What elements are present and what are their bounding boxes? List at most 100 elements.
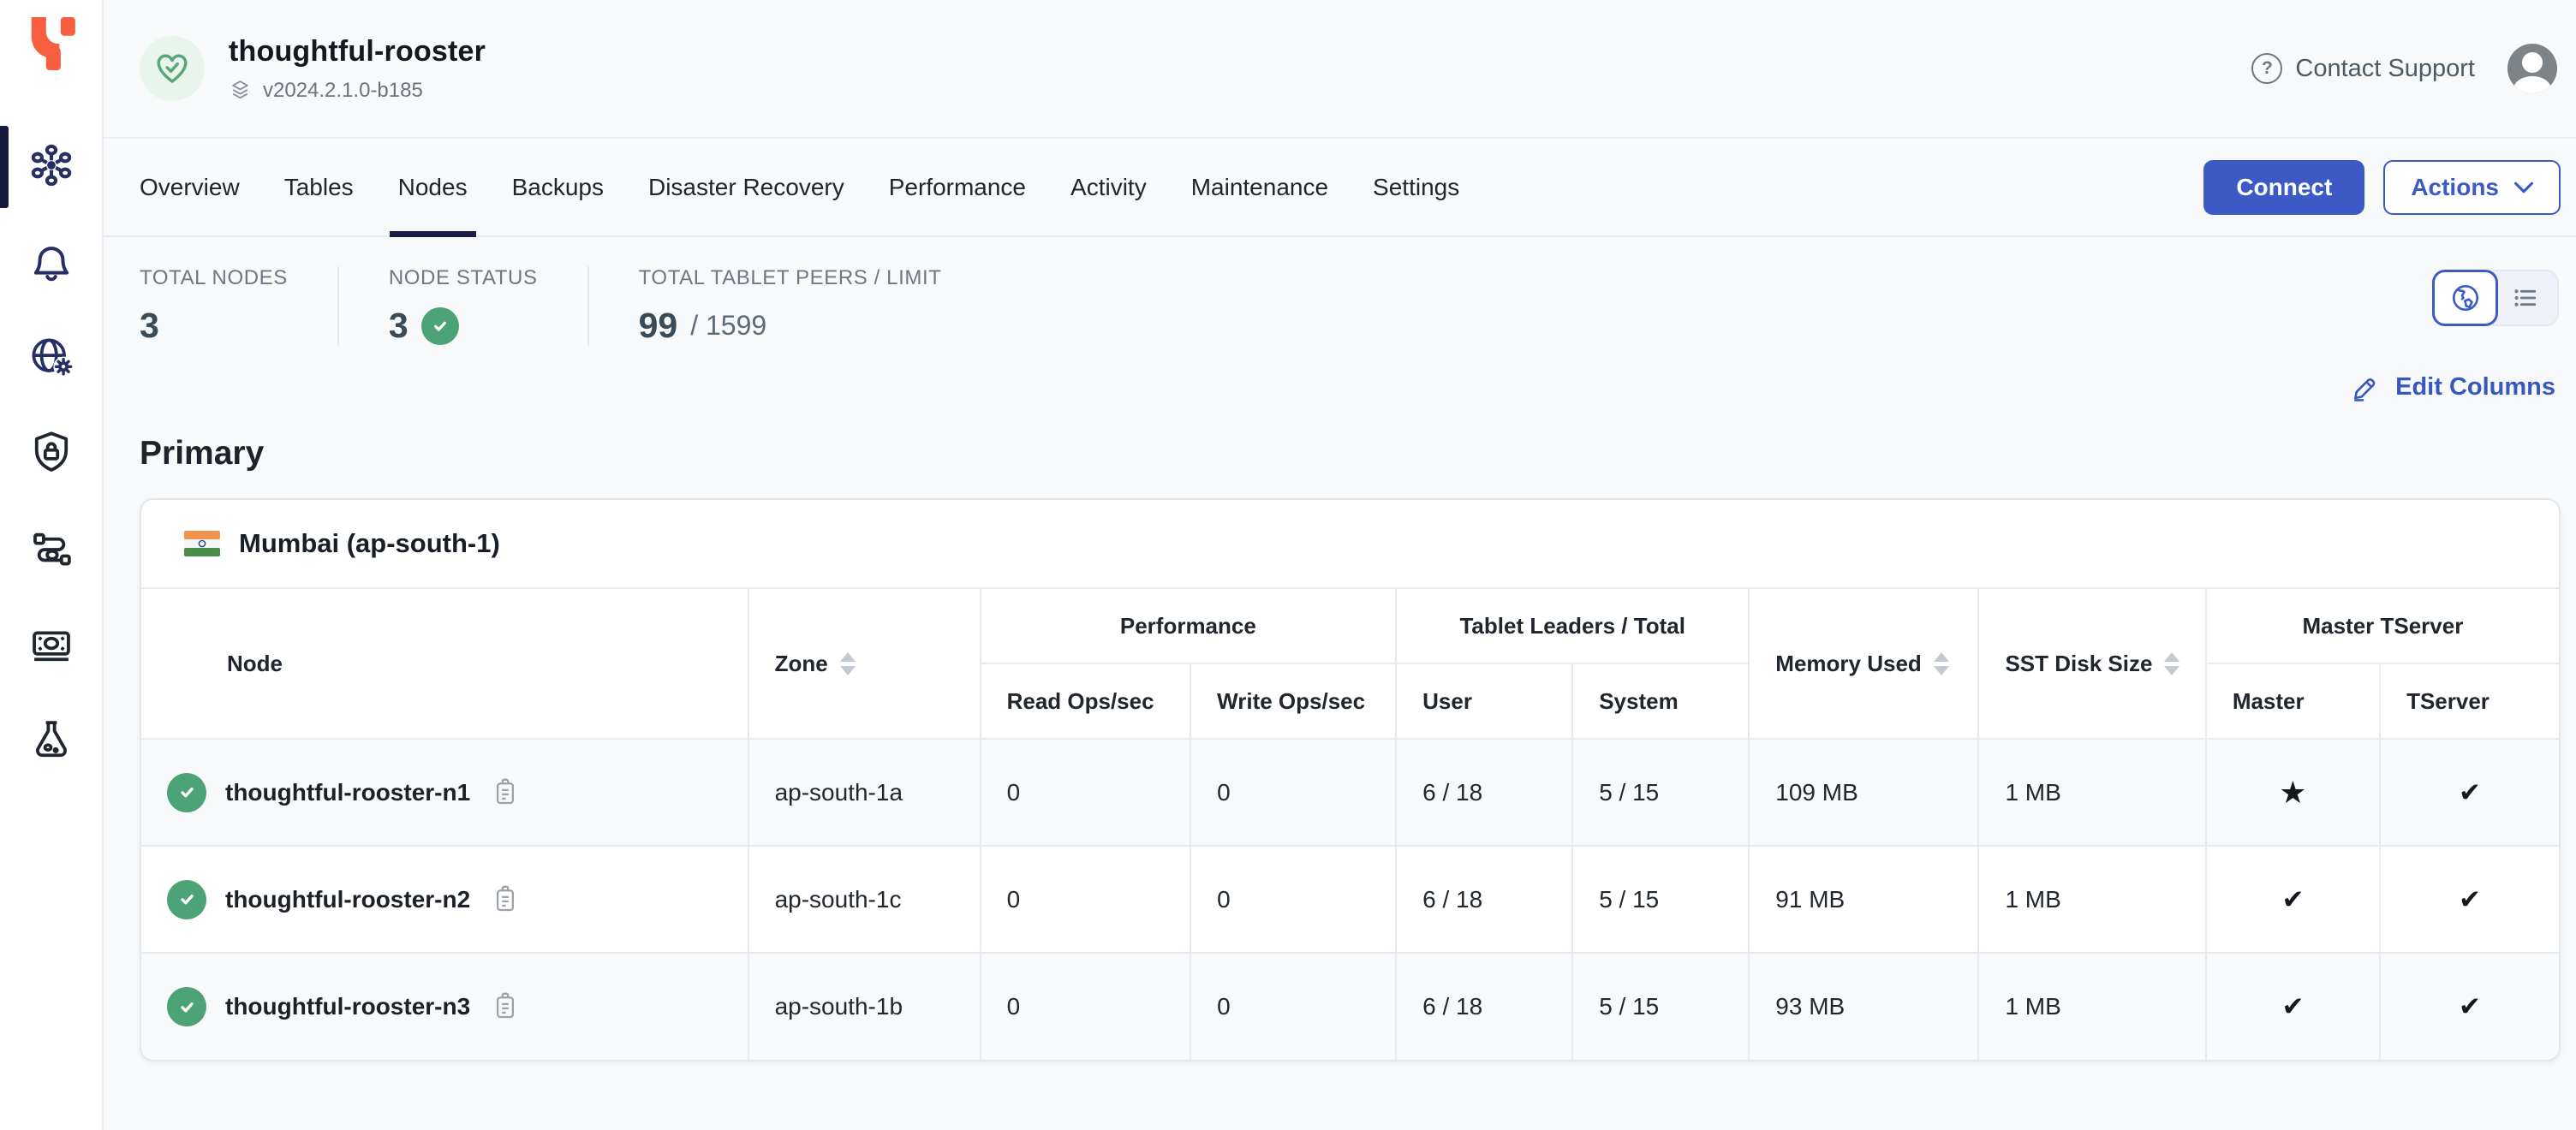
node-healthy-icon — [167, 987, 206, 1026]
stat-node-status-value: 3 — [389, 306, 408, 346]
cell-user-tablets: 6 / 18 — [1396, 953, 1572, 1060]
cluster-version-row: v2024.2.1.0-b185 — [229, 79, 486, 103]
col-header-zone[interactable]: Zone — [748, 588, 981, 739]
india-flag-icon — [184, 531, 220, 556]
tab-actions: Connect Actions — [2203, 160, 2561, 215]
cell-system-tablets: 5 / 15 — [1572, 739, 1749, 846]
col-header-sst[interactable]: SST Disk Size — [1978, 588, 2205, 739]
journey-flow-icon — [27, 524, 76, 578]
tab-performance[interactable]: Performance — [867, 139, 1048, 235]
stat-node-status-label: NODE STATUS — [389, 266, 538, 290]
sidebar-item-security[interactable] — [0, 407, 102, 503]
contact-support-label: Contact Support — [2295, 55, 2475, 83]
view-toggle — [2432, 270, 2559, 326]
user-avatar[interactable] — [2507, 44, 2557, 93]
stat-total-nodes-value: 3 — [140, 306, 159, 346]
stat-total-nodes-label: TOTAL NODES — [140, 266, 288, 290]
alerts-bell-icon — [27, 236, 76, 290]
tab-activity[interactable]: Activity — [1048, 139, 1169, 235]
tab-settings[interactable]: Settings — [1351, 139, 1482, 235]
cell-master-leader-icon: ★ — [2206, 739, 2380, 846]
sort-icon-zone[interactable] — [840, 652, 856, 675]
cell-tserver-icon: ✔ — [2380, 846, 2559, 953]
yugabyte-logo[interactable] — [27, 17, 76, 74]
connect-button[interactable]: Connect — [2203, 160, 2364, 215]
map-view-toggle[interactable] — [2432, 270, 2498, 326]
col-header-write-ops: Write Ops/sec — [1190, 663, 1396, 739]
billing-cash-icon — [27, 620, 76, 674]
stat-tablet-peers: TOTAL TABLET PEERS / LIMIT 99 / 1599 — [587, 266, 992, 346]
cell-read-ops: 0 — [981, 846, 1191, 953]
cell-master-icon: ✔ — [2206, 846, 2380, 953]
node-name-link[interactable]: thoughtful-rooster-n1 — [225, 779, 470, 806]
table-row-node-n2: thoughtful-rooster-n2 ap-south-1c 0 — [141, 846, 2559, 953]
sidebar-item-regions[interactable] — [0, 311, 102, 407]
sidebar-item-cluster[interactable] — [0, 119, 102, 215]
regions-globe-gear-icon — [26, 331, 77, 387]
sidebar-item-alerts[interactable] — [0, 215, 102, 311]
list-icon — [2509, 282, 2542, 314]
contact-support-link[interactable]: ? Contact Support — [2251, 53, 2475, 84]
region-card-header: Mumbai (ap-south-1) — [141, 500, 2559, 587]
cell-memory: 109 MB — [1749, 739, 1978, 846]
tab-tables[interactable]: Tables — [262, 139, 376, 235]
stat-node-status: NODE STATUS 3 — [337, 266, 587, 346]
cell-sst: 1 MB — [1978, 953, 2205, 1060]
node-name-link[interactable]: thoughtful-rooster-n2 — [225, 886, 470, 913]
sidebar-item-billing[interactable] — [0, 598, 102, 694]
labs-flask-icon — [27, 716, 76, 770]
nodes-table: Node Zone Performance Tablet Leaders / T… — [141, 587, 2559, 1060]
copy-icon[interactable] — [491, 990, 520, 1023]
section-title-primary: Primary — [104, 402, 2576, 473]
cell-system-tablets: 5 / 15 — [1572, 953, 1749, 1060]
node-healthy-icon — [167, 773, 206, 812]
table-row-node-n1: thoughtful-rooster-n1 ap-south-1a 0 — [141, 739, 2559, 846]
cell-memory: 91 MB — [1749, 846, 1978, 953]
edit-columns-row: Edit Columns — [104, 346, 2576, 402]
main-content: thoughtful-rooster v2024.2.1.0-b185 ? Co… — [104, 0, 2576, 1130]
tab-backups[interactable]: Backups — [490, 139, 626, 235]
col-group-tablet-leaders: Tablet Leaders / Total — [1396, 588, 1749, 663]
sort-icon-sst[interactable] — [2164, 652, 2179, 675]
chevron-down-icon — [2514, 181, 2533, 193]
tab-overview[interactable]: Overview — [140, 139, 262, 235]
cell-sst: 1 MB — [1978, 846, 2205, 953]
col-group-performance: Performance — [981, 588, 1397, 663]
cell-tserver-icon: ✔ — [2380, 953, 2559, 1060]
col-header-user: User — [1396, 663, 1572, 739]
cell-write-ops: 0 — [1190, 953, 1396, 1060]
node-name-link[interactable]: thoughtful-rooster-n3 — [225, 993, 470, 1020]
cell-zone: ap-south-1b — [748, 953, 981, 1060]
node-stats: TOTAL NODES 3 NODE STATUS 3 TOTAL TABLET… — [140, 266, 992, 346]
table-row-node-n3: thoughtful-rooster-n3 ap-south-1b 0 — [141, 953, 2559, 1060]
cell-user-tablets: 6 / 18 — [1396, 846, 1572, 953]
col-header-memory[interactable]: Memory Used — [1749, 588, 1978, 739]
tab-disaster-recovery[interactable]: Disaster Recovery — [626, 139, 867, 235]
node-status-ok-icon — [421, 307, 459, 345]
cell-read-ops: 0 — [981, 739, 1191, 846]
copy-icon[interactable] — [491, 776, 520, 809]
col-header-master: Master — [2206, 663, 2380, 739]
tab-maintenance[interactable]: Maintenance — [1169, 139, 1351, 235]
cell-read-ops: 0 — [981, 953, 1191, 1060]
region-card-title: Mumbai (ap-south-1) — [239, 528, 500, 559]
sort-icon-memory[interactable] — [1934, 652, 1949, 675]
edit-columns-label: Edit Columns — [2395, 373, 2555, 401]
tab-bar: Overview Tables Nodes Backups Disaster R… — [104, 139, 2576, 237]
sidebar-item-labs[interactable] — [0, 694, 102, 790]
stat-tablet-peers-value: 99 — [639, 306, 678, 346]
node-healthy-icon — [167, 880, 206, 919]
copy-icon[interactable] — [491, 883, 520, 916]
cell-memory: 93 MB — [1749, 953, 1978, 1060]
cluster-hub-icon — [26, 140, 77, 195]
layers-icon — [229, 79, 252, 102]
actions-button[interactable]: Actions — [2383, 160, 2561, 215]
edit-columns-button[interactable]: Edit Columns — [2350, 372, 2555, 402]
tab-nodes[interactable]: Nodes — [376, 139, 490, 235]
sidebar-item-journey[interactable] — [0, 503, 102, 598]
header-right: ? Contact Support — [2251, 44, 2557, 93]
stats-section: TOTAL NODES 3 NODE STATUS 3 TOTAL TABLET… — [104, 237, 2576, 346]
cell-sst: 1 MB — [1978, 739, 2205, 846]
list-view-toggle[interactable] — [2493, 270, 2559, 326]
cluster-health-badge — [140, 36, 205, 101]
